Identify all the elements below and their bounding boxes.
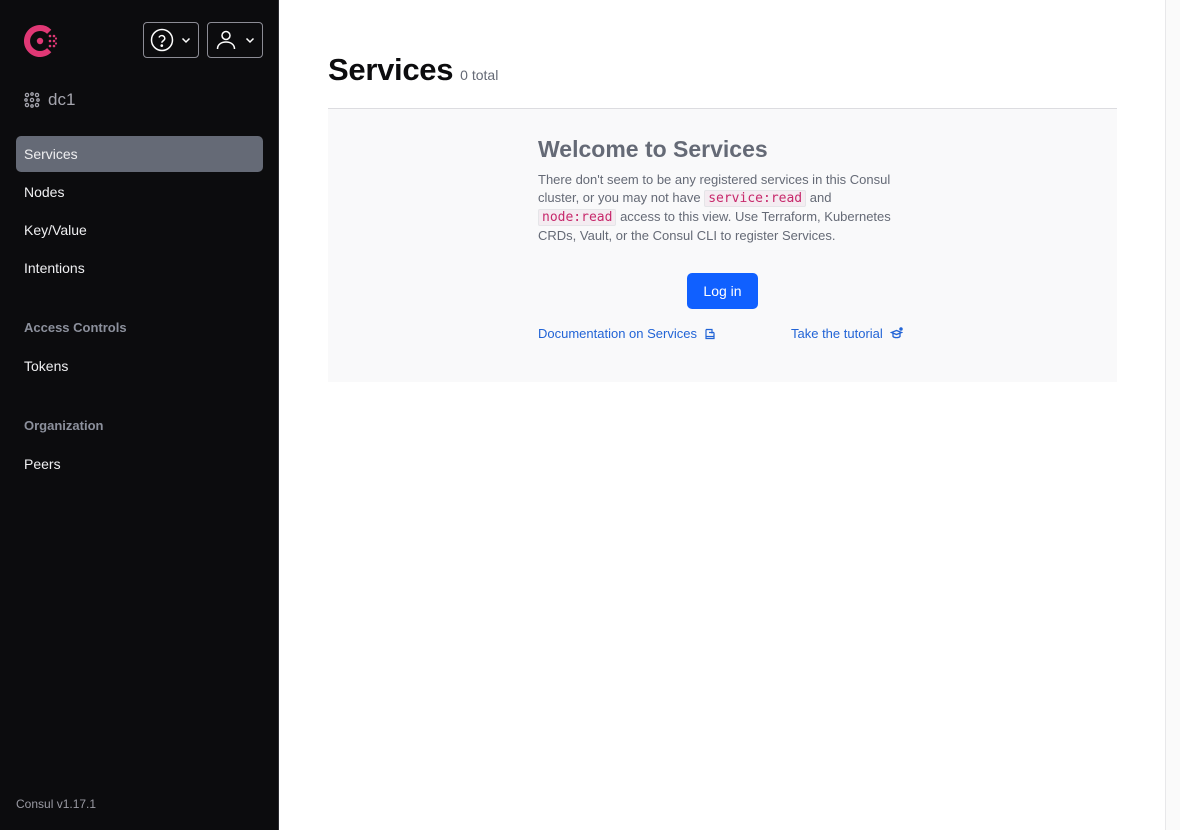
sidebar-item-label: Services [24,146,78,162]
sidebar: dc1 Services Nodes Key/Value Intentions … [0,0,279,830]
datacenter-name: dc1 [48,90,76,109]
section-label-access-controls: Access Controls [24,320,127,335]
consul-app: dc1 Services Nodes Key/Value Intentions … [0,0,1180,830]
sidebar-item-services[interactable]: Services [16,136,263,172]
sidebar-item-label: Intentions [24,260,85,276]
vertical-scrollbar[interactable] [1165,0,1180,830]
sidebar-item-label: Tokens [24,358,69,374]
main-content: Services 0 total Welcome to Services The… [280,0,1165,830]
sidebar-item-label: Peers [24,456,61,472]
datacenter-selector[interactable]: dc1 [24,90,75,110]
docs-icon [705,328,715,339]
user-icon [216,30,236,50]
empty-state-content: Welcome to Services There don't seem to … [538,136,910,245]
sidebar-item-tokens[interactable]: Tokens [16,348,263,384]
sidebar-item-label: Key/Value [24,222,87,238]
empty-state-title: Welcome to Services [538,136,768,162]
user-menu-button[interactable] [207,22,263,58]
learn-icon [889,327,903,339]
page-title: Services [328,52,454,87]
help-menu-button[interactable] [143,22,199,58]
consul-logo-icon[interactable] [21,22,59,60]
help-circle-icon [150,28,174,52]
login-button[interactable]: Log in [687,273,758,309]
documentation-link-label: Documentation on Services [538,326,697,341]
permission-code-service-read: service:read [704,190,807,207]
empty-state-body: There don't seem to be any registered se… [538,171,910,245]
body-text: and [806,190,832,205]
permission-code-node-read: node:read [538,209,617,226]
datacenter-icon [24,92,40,108]
sidebar-item-label: Nodes [24,184,65,200]
sidebar-item-intentions[interactable]: Intentions [16,250,263,286]
version-label: Consul v1.17.1 [16,797,97,811]
empty-state: Welcome to Services There don't seem to … [328,109,1117,382]
sidebar-item-key-value[interactable]: Key/Value [16,212,263,248]
chevron-down-icon [181,37,191,44]
documentation-link[interactable]: Documentation on Services [538,326,716,341]
chevron-down-icon [245,37,255,44]
sidebar-item-nodes[interactable]: Nodes [16,174,263,210]
page-header: Services 0 total [328,52,498,88]
section-label-organization: Organization [24,418,104,433]
tutorial-link[interactable]: Take the tutorial [791,326,903,341]
tutorial-link-label: Take the tutorial [791,326,883,341]
services-count: 0 total [460,67,499,83]
sidebar-item-peers[interactable]: Peers [16,446,263,482]
